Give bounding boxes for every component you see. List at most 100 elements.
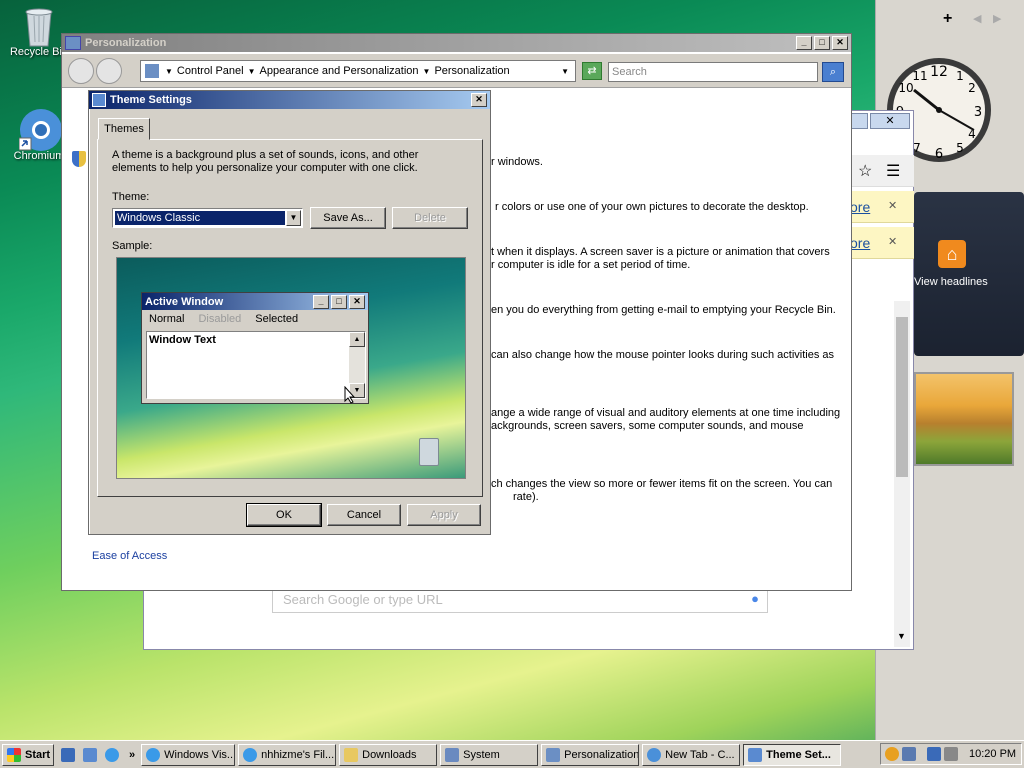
taskbar-item-theme-settings[interactable]: Theme Set... bbox=[743, 743, 842, 766]
search-input[interactable]: Search bbox=[608, 62, 818, 82]
cp-line-1: r colors or use one of your own pictures… bbox=[495, 201, 809, 213]
search-placeholder: Search bbox=[612, 66, 647, 78]
chromium-icon bbox=[647, 747, 662, 762]
svg-text:7: 7 bbox=[913, 141, 921, 155]
taskbar-item-files[interactable]: nhhizme's Fil... bbox=[238, 743, 337, 766]
theme-select-arrow-icon[interactable]: ▼ bbox=[286, 210, 301, 226]
taskbar-item-system[interactable]: System bbox=[440, 743, 539, 766]
infobar-2-close-icon[interactable]: ✕ bbox=[888, 235, 897, 248]
taskbar-item-label: System bbox=[463, 748, 500, 761]
minimize-button[interactable]: _ bbox=[796, 36, 812, 50]
breadcrumb-item-personalization[interactable]: Personalization bbox=[434, 65, 509, 77]
infobar-2-link[interactable]: ore bbox=[850, 235, 870, 251]
system-tray: 10:20 PM bbox=[880, 743, 1022, 765]
cancel-button[interactable]: Cancel bbox=[327, 504, 401, 526]
sample-preview: Active Window _ □ ✕ Normal Disabled Sele… bbox=[116, 257, 466, 479]
volume-muted-icon[interactable] bbox=[944, 747, 958, 761]
infobar-2: ore ✕ bbox=[850, 227, 914, 259]
taskbar-item-windows-vista[interactable]: Windows Vis... bbox=[141, 743, 236, 766]
save-as-button[interactable]: Save As... bbox=[310, 207, 386, 229]
theme-settings-titlebar: Theme Settings ✕ bbox=[89, 91, 490, 109]
taskbar-item-label: Windows Vis... bbox=[164, 748, 236, 761]
personalization-titlebar: Personalization _ □ ✕ bbox=[62, 34, 851, 52]
preview-window-text: Window Text bbox=[149, 334, 216, 346]
system-icon bbox=[445, 747, 460, 762]
ease-of-access-link[interactable]: Ease of Access bbox=[92, 550, 167, 562]
preview-menu-normal: Normal bbox=[149, 313, 185, 325]
browser-close-button[interactable]: ✕ bbox=[870, 113, 910, 129]
mouse-cursor-icon bbox=[344, 385, 356, 407]
breadcrumb[interactable]: ▼ Control Panel ▼ Appearance and Persona… bbox=[140, 60, 576, 82]
breadcrumb-item-appearance[interactable]: Appearance and Personalization bbox=[260, 65, 419, 77]
infobar-1-link[interactable]: ore bbox=[850, 199, 870, 215]
address-bar-area: ▼ Control Panel ▼ Appearance and Persona… bbox=[62, 54, 851, 88]
taskbar-item-downloads[interactable]: Downloads bbox=[339, 743, 438, 766]
preview-maximize-button: □ bbox=[331, 294, 347, 309]
quick-launch-more-icon[interactable]: » bbox=[129, 749, 135, 761]
svg-text:10: 10 bbox=[898, 81, 913, 95]
breadcrumb-dropdown-icon[interactable]: ▼ bbox=[561, 67, 569, 76]
preview-title: Active Window bbox=[145, 295, 224, 308]
feed-gadget[interactable]: ⌂ View headlines bbox=[914, 192, 1024, 356]
svg-text:6: 6 bbox=[935, 147, 943, 162]
ok-button[interactable]: OK bbox=[246, 503, 322, 527]
clock[interactable]: 10:20 PM bbox=[969, 748, 1016, 760]
cp-line-9: rate). bbox=[513, 491, 539, 503]
taskbar: Start » Windows Vis... nhhizme's Fil... … bbox=[0, 740, 1024, 768]
cp-line-0: r windows. bbox=[491, 156, 543, 168]
theme-settings-dialog: Theme Settings ✕ Themes A theme is a bac… bbox=[88, 90, 491, 535]
show-desktop-icon[interactable] bbox=[61, 747, 75, 762]
refresh-button[interactable]: ⇄ bbox=[582, 62, 602, 80]
forward-button[interactable] bbox=[96, 58, 122, 84]
infobar-1-close-icon[interactable]: ✕ bbox=[888, 199, 897, 212]
cp-line-6: ange a wide range of visual and auditory… bbox=[491, 407, 841, 419]
delete-button[interactable]: Delete bbox=[392, 207, 468, 229]
windows-logo-icon bbox=[7, 747, 21, 762]
browser-menu-icon[interactable]: ☰ bbox=[886, 161, 900, 181]
sidebar-next-icon[interactable]: ▶ bbox=[993, 12, 1001, 25]
browser-scrollbar[interactable]: ▼ bbox=[894, 301, 910, 647]
breadcrumb-sep-icon[interactable]: ▼ bbox=[165, 67, 173, 76]
cp-line-4: en you do everything from getting e-mail… bbox=[491, 304, 836, 316]
maximize-button[interactable]: □ bbox=[814, 36, 830, 50]
sidebar-add-button[interactable]: + bbox=[943, 10, 952, 28]
back-button[interactable] bbox=[68, 58, 94, 84]
taskbar-item-personalization[interactable]: Personalization bbox=[541, 743, 640, 766]
start-button[interactable]: Start bbox=[2, 743, 54, 766]
infobar-1: ore ✕ bbox=[850, 191, 914, 223]
folder-icon bbox=[344, 747, 359, 762]
ie-icon bbox=[146, 747, 161, 762]
dialog-close-button[interactable]: ✕ bbox=[471, 93, 487, 107]
quick-launch bbox=[61, 747, 123, 762]
apply-button[interactable]: Apply bbox=[407, 504, 481, 526]
network-tray-icon[interactable] bbox=[927, 747, 941, 761]
themes-tab[interactable]: Themes bbox=[98, 118, 150, 140]
theme-description: A theme is a background plus a set of so… bbox=[112, 149, 419, 174]
taskbar-item-new-tab[interactable]: New Tab - C... bbox=[642, 743, 741, 766]
browser-restore-button[interactable] bbox=[850, 113, 868, 129]
taskbar-item-label: New Tab - C... bbox=[665, 748, 735, 761]
taskbar-item-label: Personalization bbox=[564, 748, 640, 761]
slideshow-gadget[interactable] bbox=[914, 372, 1014, 466]
bookmark-star-icon[interactable]: ☆ bbox=[858, 161, 872, 181]
mic-icon[interactable]: ● bbox=[751, 591, 759, 606]
switch-windows-icon[interactable] bbox=[83, 747, 97, 762]
preview-minimize-button: _ bbox=[313, 294, 329, 309]
search-icon[interactable]: ⌕ bbox=[822, 62, 844, 82]
tray-app-icon[interactable] bbox=[902, 747, 916, 761]
breadcrumb-sep-icon[interactable]: ▼ bbox=[248, 67, 256, 76]
close-button[interactable]: ✕ bbox=[832, 36, 848, 50]
cp-line-2: t when it displays. A screen saver is a … bbox=[491, 246, 830, 258]
warning-tray-icon[interactable] bbox=[885, 747, 899, 761]
theme-select[interactable]: Windows Classic ▼ bbox=[112, 208, 303, 228]
svg-text:3: 3 bbox=[974, 105, 982, 120]
breadcrumb-item-control-panel[interactable]: Control Panel bbox=[177, 65, 244, 77]
sample-label: Sample: bbox=[112, 240, 153, 252]
taskbar-item-label: Theme Set... bbox=[766, 748, 831, 761]
browser-scroll-down-icon[interactable]: ▼ bbox=[897, 631, 906, 641]
breadcrumb-sep-icon[interactable]: ▼ bbox=[423, 67, 431, 76]
ie-icon[interactable] bbox=[105, 747, 119, 762]
sidebar-prev-icon[interactable]: ◀ bbox=[973, 12, 981, 25]
browser-scroll-thumb[interactable] bbox=[896, 317, 908, 477]
preview-menu: Normal Disabled Selected bbox=[142, 310, 368, 328]
